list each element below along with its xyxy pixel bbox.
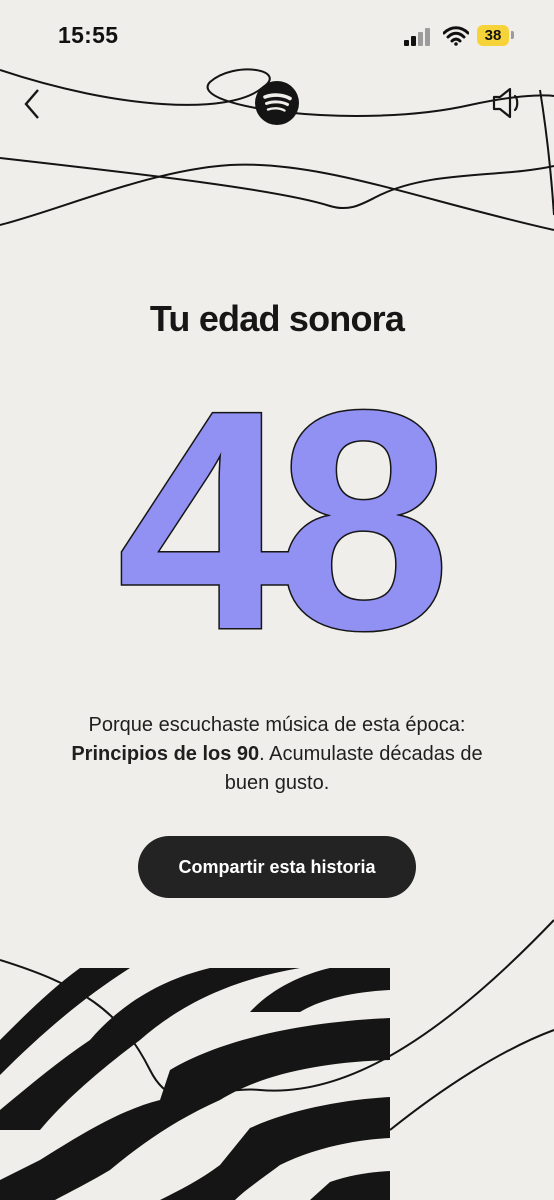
status-bar: 15:55 38 — [0, 0, 554, 74]
sonic-age-number: 48 — [116, 396, 458, 646]
status-time: 15:55 — [58, 22, 119, 48]
sonic-age-value: 48 — [117, 396, 442, 646]
description-prefix: Porque escuchaste música de esta época: — [88, 714, 466, 736]
spotify-logo — [255, 81, 299, 125]
share-story-button[interactable]: Compartir esta historia — [138, 836, 416, 898]
story-description: Porque escuchaste música de esta época: … — [50, 711, 504, 798]
back-button[interactable] — [20, 86, 46, 122]
cellular-signal-icon — [404, 28, 430, 46]
wifi-icon — [443, 26, 469, 46]
decorative-checker-pattern — [0, 968, 390, 1200]
description-suffix: . Acumulaste décadas de buen gusto. — [224, 743, 483, 794]
era-label: Principios de los 90 — [71, 743, 260, 765]
battery-indicator: 38 — [477, 25, 509, 46]
story-title: Tu edad sonora — [149, 298, 405, 339]
speaker-button[interactable] — [490, 86, 526, 120]
battery-cap — [511, 31, 514, 39]
story-screen: 15:55 38 Tu edad sonora 48 Porque escuch… — [0, 0, 554, 1200]
